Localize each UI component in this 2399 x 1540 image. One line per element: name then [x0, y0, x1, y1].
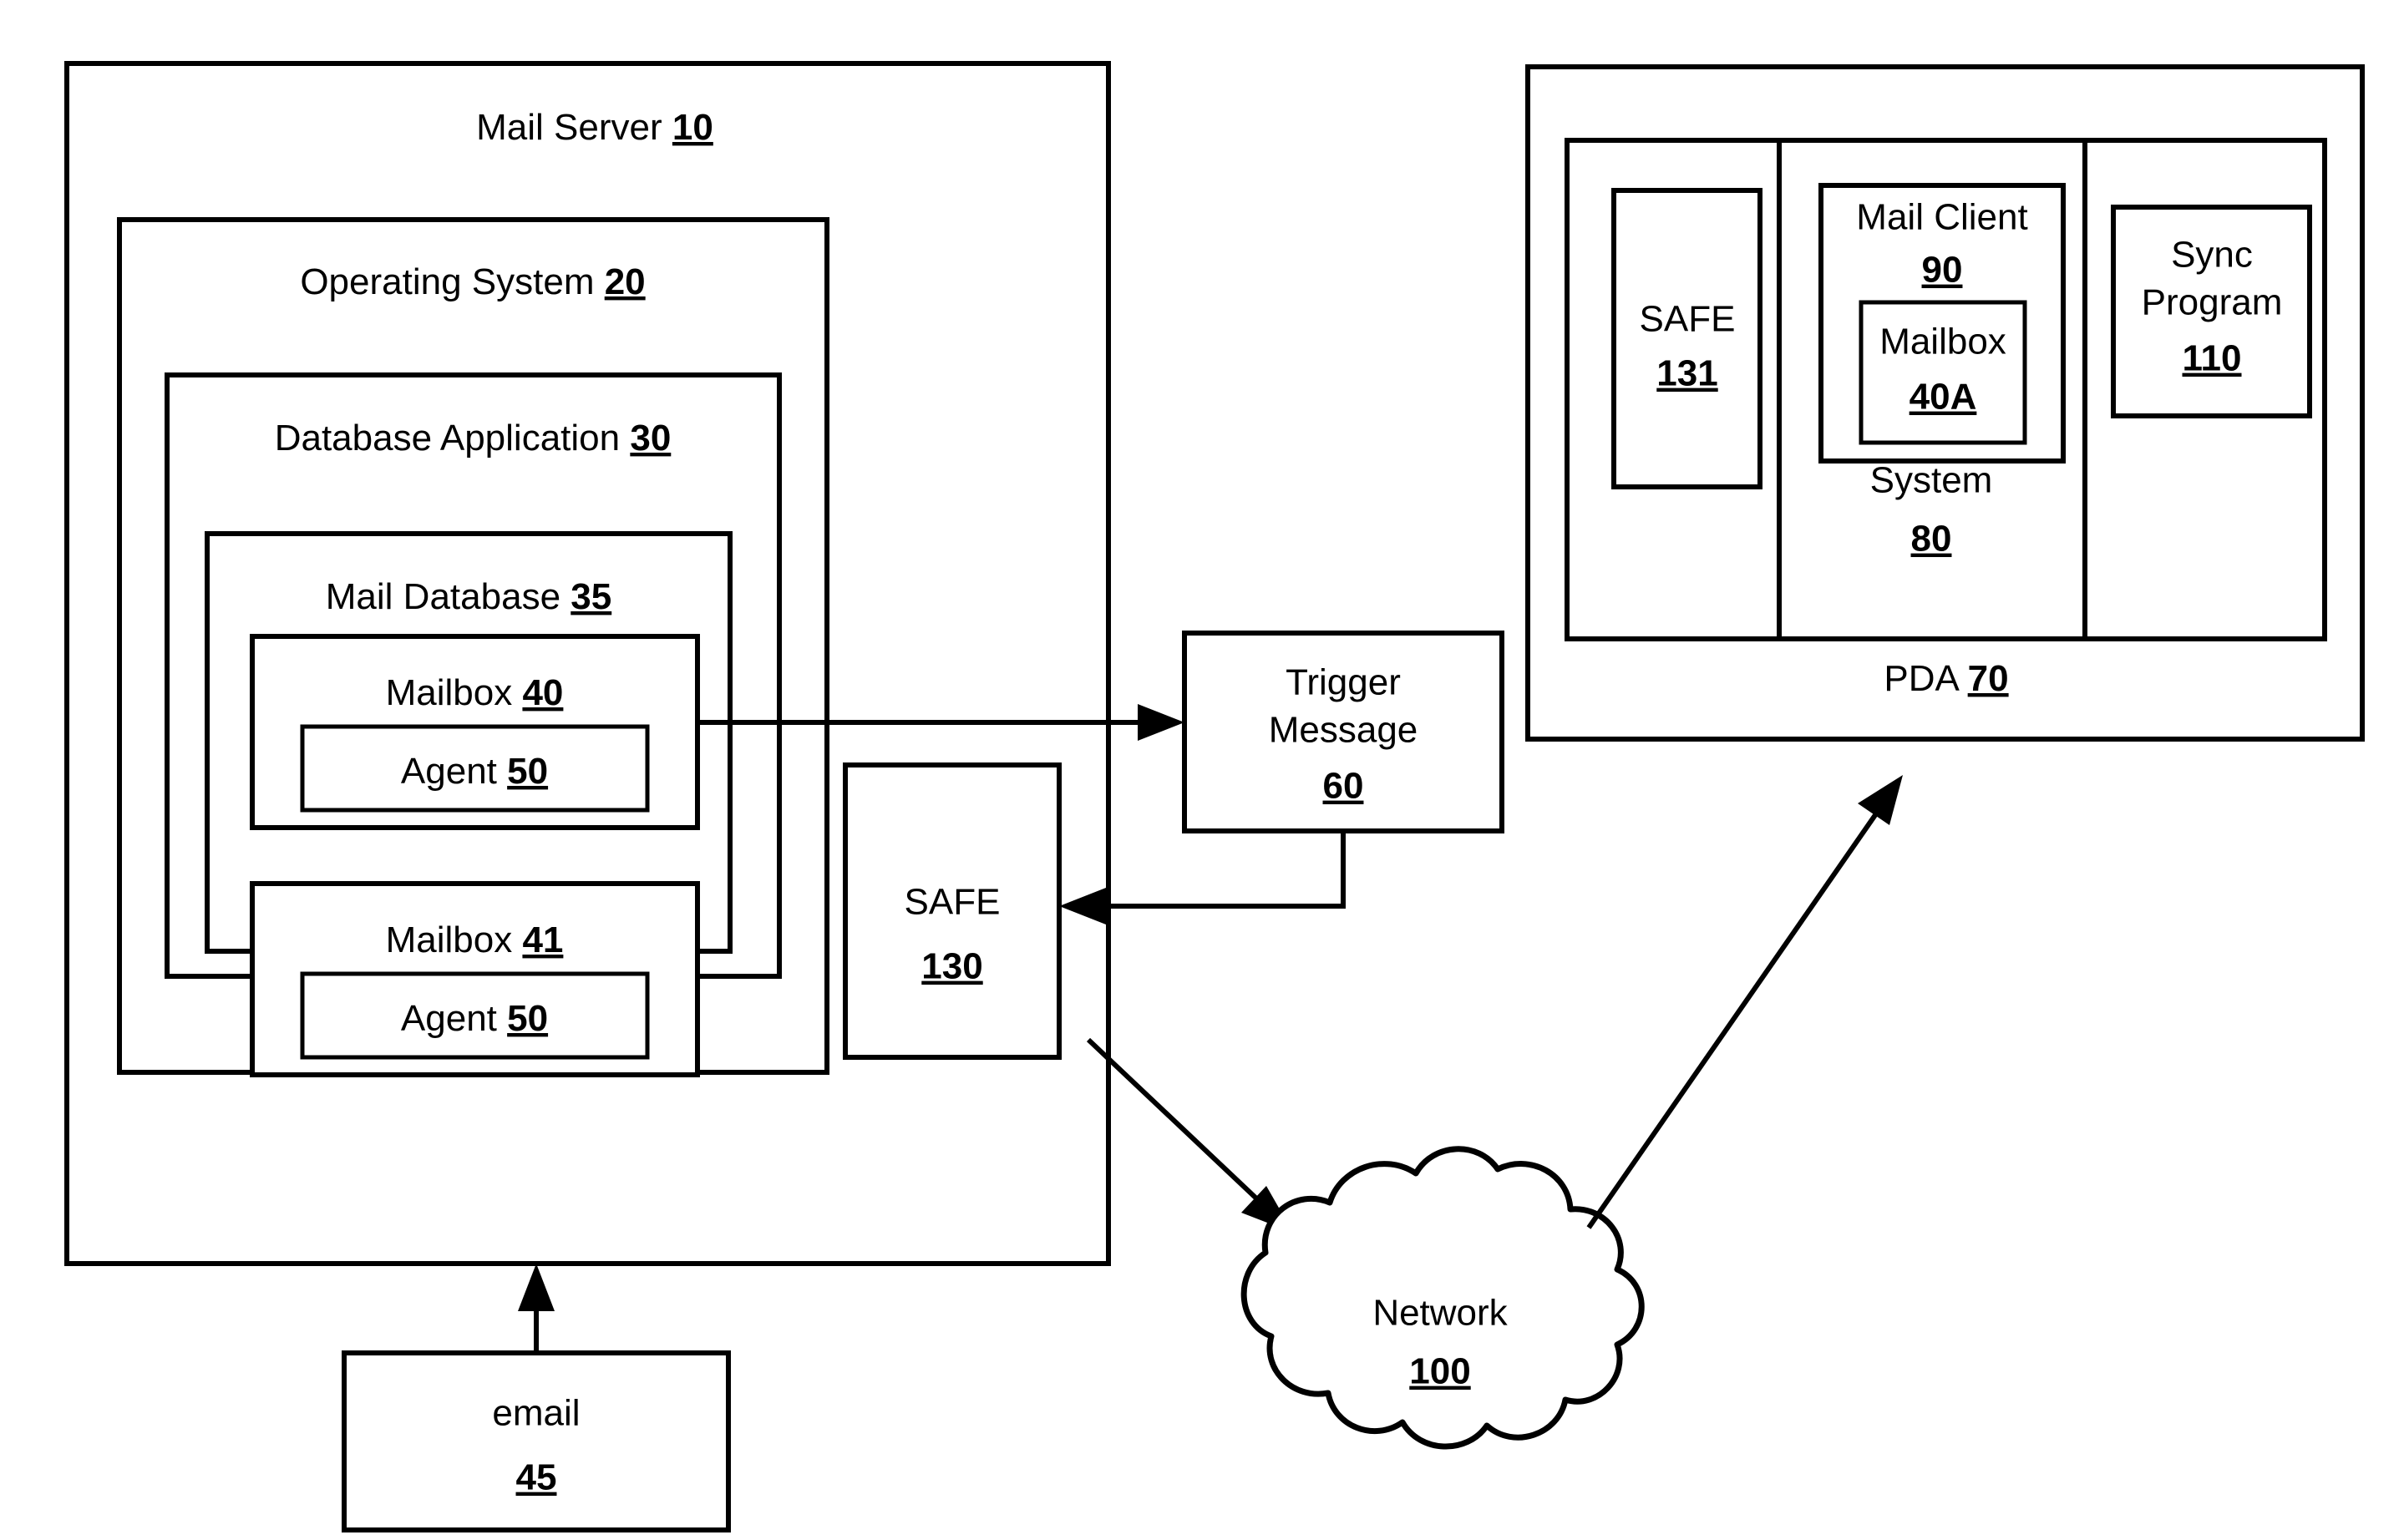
mailbox-40-title: Mailbox: [386, 672, 523, 713]
node-sync-program-110: Sync Program 110: [2111, 205, 2312, 418]
node-mail-client-90: Mail Client 90 Mailbox 40A: [1818, 183, 2066, 464]
email-45-ref: 45: [516, 1457, 557, 1498]
node-email-45: email 45: [342, 1264, 731, 1532]
node-trigger-message-60: Trigger Message 60: [1182, 631, 1504, 833]
mailbox-40a-label: Mailbox: [1879, 322, 2006, 362]
network-100-label: Network: [1372, 1293, 1508, 1334]
architecture-diagram: Mail Server 10 Operating System 20 Datab…: [64, 61, 2365, 1532]
pda-os-80-line2: System: [1870, 460, 1993, 501]
mailbox-41-ref: 41: [522, 919, 563, 960]
pda-70-ref: 70: [1968, 658, 2009, 699]
mailbox-40-ref: 40: [522, 672, 563, 713]
email-to-server-arrowhead: [518, 1264, 555, 1311]
mail-server-title: Mail Server: [476, 107, 672, 148]
pda-os-80-ref: 80: [1911, 519, 1952, 560]
mail-server-label: Mail Server 10: [476, 107, 713, 148]
connector-safe130-to-network: [1086, 1037, 1293, 1233]
connector-network-to-pda: [1586, 775, 1903, 1229]
mail-database-title: Mail Database: [326, 576, 571, 617]
network-100-ref: 100: [1409, 1351, 1470, 1392]
safe-131-label: SAFE: [1640, 299, 1736, 340]
mail-server-ref: 10: [672, 107, 713, 148]
server-os-title: Operating System: [300, 261, 604, 302]
mailbox40-trigger-arrowhead: [1138, 704, 1184, 741]
agent-50-a-label: Agent 50: [401, 751, 548, 792]
email-45-box: [342, 1350, 731, 1532]
network-pda-line: [1586, 800, 1887, 1229]
database-application-title: Database Application: [275, 418, 631, 458]
sync-program-110-line1: Sync: [2171, 235, 2253, 276]
node-safe-130: SAFE 130: [843, 762, 1062, 1060]
trigger-message-60-ref: 60: [1323, 766, 1364, 807]
agent-50-b-title: Agent: [401, 998, 507, 1039]
mailbox-41-label: Mailbox 41: [386, 919, 564, 960]
sync-program-110-ref: 110: [2183, 338, 2242, 379]
mailbox-41-title: Mailbox: [386, 919, 523, 960]
database-application-label: Database Application 30: [275, 418, 672, 458]
safe130-network-line: [1086, 1037, 1272, 1213]
safe-130-label: SAFE: [905, 882, 1001, 923]
mailbox-40a-ref: 40A: [1910, 377, 1977, 418]
node-network-100: Network 100: [1240, 1146, 1645, 1450]
mail-database-label: Mail Database 35: [326, 576, 611, 617]
mail-client-90-label: Mail Client: [1856, 197, 2027, 238]
agent-50-a-ref: 50: [507, 751, 548, 792]
network-pda-arrowhead: [1858, 775, 1903, 825]
safe-130-ref: 130: [921, 946, 982, 987]
mail-client-90-ref: 90: [1922, 250, 1963, 291]
node-safe-131: SAFE 131: [1611, 188, 1762, 489]
mail-database-ref: 35: [571, 576, 611, 617]
trigger-safe130-path: [1088, 831, 1346, 909]
trigger-message-60-line2: Message: [1269, 710, 1418, 751]
server-os-ref: 20: [605, 261, 646, 302]
agent-50-b-ref: 50: [507, 998, 548, 1039]
safe-131-ref: 131: [1656, 353, 1717, 394]
agent-50-a-title: Agent: [401, 751, 507, 792]
pda-70-title: PDA: [1884, 658, 1967, 699]
node-mailbox-40: Mailbox 40 Agent 50: [250, 634, 700, 830]
pda-70-label: PDA 70: [1884, 658, 2008, 699]
diagram-canvas: Mail Server 10 Operating System 20 Datab…: [0, 0, 2399, 1540]
server-os-label: Operating System 20: [300, 261, 645, 302]
agent-50-b-label: Agent 50: [401, 998, 548, 1039]
mailbox-40-label: Mailbox 40: [386, 672, 564, 713]
node-mailbox-41: Mailbox 41 Agent 50: [250, 881, 700, 1077]
database-application-ref: 30: [630, 418, 671, 458]
trigger-message-60-line1: Trigger: [1286, 662, 1401, 703]
sync-program-110-line2: Program: [2142, 282, 2283, 323]
email-45-label: email: [492, 1393, 580, 1434]
